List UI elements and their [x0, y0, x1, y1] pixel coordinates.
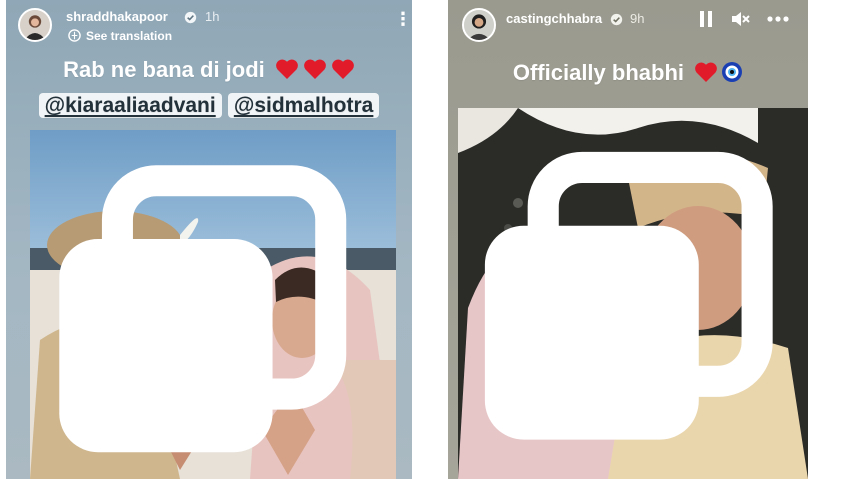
username[interactable]: shraddhakapoor	[66, 9, 168, 24]
avatar[interactable]	[18, 8, 52, 42]
more-vertical-icon[interactable]: ⋮	[394, 10, 412, 28]
multi-image-icon	[484, 151, 773, 440]
caption-text: Rab ne bana di jodi	[63, 57, 265, 82]
timestamp: 1h	[205, 9, 220, 24]
story-header: shraddhakapoor 1h See translation ⋮	[6, 6, 412, 50]
timestamp: 9h	[630, 11, 645, 26]
caption-line: Officially bhabhi	[448, 60, 808, 86]
story-header: castingchhabra 9h	[448, 6, 808, 50]
heart-icon	[695, 62, 717, 82]
verified-icon	[610, 13, 623, 26]
multi-image-icon	[59, 165, 347, 453]
more-horizontal-icon[interactable]	[766, 15, 790, 23]
avatar[interactable]	[462, 8, 496, 42]
caption-line-1: Rab ne bana di jodi	[6, 57, 412, 83]
heart-icon	[276, 59, 298, 79]
mute-icon[interactable]	[730, 10, 750, 28]
story-photo[interactable]	[30, 130, 396, 479]
caption-text: Officially bhabhi	[512, 60, 684, 85]
see-translation-link[interactable]: See translation	[86, 29, 172, 43]
heart-icon	[304, 59, 326, 79]
mention-kiaraaliaadvani[interactable]: @kiaraaliaadvani	[38, 93, 222, 118]
translate-icon	[68, 29, 81, 42]
story-right: castingchhabra 9h Officially bhabhi	[448, 0, 808, 479]
verified-icon	[184, 11, 197, 24]
story-left: shraddhakapoor 1h See translation ⋮ Rab …	[6, 0, 412, 479]
caption-mentions: @kiaraaliaadvani @sidmalhotra	[6, 92, 412, 118]
pause-icon[interactable]	[698, 10, 714, 28]
evil-eye-icon	[722, 62, 743, 82]
username[interactable]: castingchhabra	[506, 11, 602, 26]
heart-icon	[332, 59, 354, 79]
mention-sidmalhotra[interactable]: @sidmalhotra	[227, 93, 380, 118]
story-photo[interactable]	[458, 108, 808, 479]
